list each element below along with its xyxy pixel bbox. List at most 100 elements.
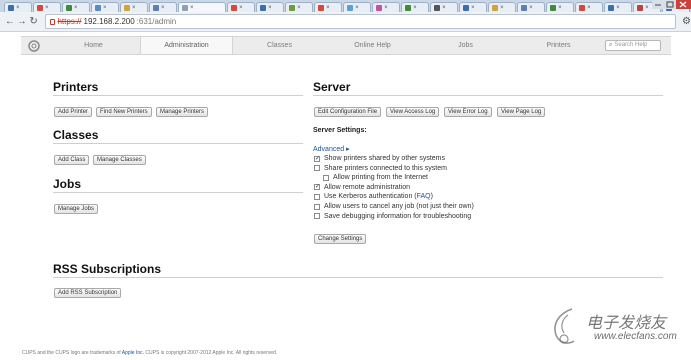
option-label: Allow users to cancel any job (not just …: [324, 203, 474, 210]
change-settings-button[interactable]: Change Settings: [314, 234, 367, 244]
tab-close-icon[interactable]: ×: [161, 5, 165, 11]
nav-tab-printers[interactable]: Printers: [512, 37, 605, 54]
browser-tab[interactable]: ×: [62, 2, 90, 12]
view-access-log-button[interactable]: View Access Log: [386, 107, 440, 117]
tab-close-icon[interactable]: ×: [616, 5, 620, 11]
browser-tab[interactable]: ×: [430, 2, 459, 12]
browser-tab[interactable]: ×: [372, 2, 401, 12]
tab-favicon-icon: [608, 4, 615, 11]
browser-tab[interactable]: ×: [517, 2, 546, 12]
nav-items: Home Administration Classes Online Help Jobs…: [47, 37, 605, 54]
tab-favicon-icon: [579, 4, 586, 11]
manage-printers-button[interactable]: Manage Printers: [156, 107, 209, 117]
search-placeholder: Search Help: [614, 42, 648, 48]
tab-close-icon[interactable]: ×: [384, 5, 388, 11]
window-controls[interactable]: [652, 0, 691, 9]
browser-tab[interactable]: ×: [343, 2, 372, 12]
tab-favicon-icon: [434, 4, 441, 11]
cups-logo[interactable]: [21, 37, 47, 54]
browser-tab[interactable]: ×: [604, 2, 633, 12]
wrench-menu-icon[interactable]: ⚙: [682, 16, 691, 27]
nav-tab-online-help[interactable]: Online Help: [326, 37, 419, 54]
manage-jobs-button[interactable]: Manage Jobs: [54, 204, 99, 214]
watermark-title: 电子发烧友: [586, 313, 667, 332]
browser-tab[interactable]: ×: [575, 2, 604, 12]
view-page-log-button[interactable]: View Page Log: [497, 107, 546, 117]
tab-close-icon[interactable]: ×: [442, 5, 446, 11]
tab-close-icon[interactable]: ×: [471, 5, 475, 11]
address-scheme: https://: [57, 17, 82, 26]
tab-close-icon[interactable]: ×: [297, 5, 301, 11]
checkbox-save-debugging-information-for-troubleshooting[interactable]: [314, 213, 320, 220]
checkbox-allow-remote-administration[interactable]: ✓: [314, 184, 320, 191]
add-printer-button[interactable]: Add Printer: [54, 107, 93, 117]
address-bar[interactable]: https:// 192.168.2.200 :631/admin: [45, 14, 677, 29]
server-divider: [313, 95, 663, 96]
watermark-url: www.elecfans.com: [594, 331, 677, 342]
checkbox-use-kerberos-authentication-faq[interactable]: [314, 193, 320, 200]
reload-icon[interactable]: ↻: [28, 16, 40, 28]
find-new-printers-button[interactable]: Find New Printers: [96, 107, 152, 117]
jobs-divider: [53, 192, 303, 193]
browser-tab[interactable]: ×: [4, 2, 32, 12]
nav-tab-administration[interactable]: Administration: [140, 37, 233, 54]
tab-close-icon[interactable]: ×: [190, 5, 194, 11]
nav-tab-jobs[interactable]: Jobs: [419, 37, 512, 54]
tab-close-icon[interactable]: ×: [45, 5, 49, 11]
browser-tab[interactable]: ×: [178, 2, 227, 12]
search-help-input[interactable]: ⌕ Search Help: [605, 40, 661, 51]
checkbox-show-printers-shared-by-other-systems[interactable]: ✓: [314, 155, 320, 162]
option-label: Share printers connected to this system: [324, 164, 447, 172]
tab-close-icon[interactable]: ×: [355, 5, 359, 11]
browser-tab[interactable]: ×: [33, 2, 61, 12]
tab-close-icon[interactable]: ×: [587, 5, 591, 11]
tab-close-icon[interactable]: ×: [413, 5, 417, 11]
browser-tab[interactable]: ×: [546, 2, 575, 12]
browser-tab[interactable]: ×: [227, 2, 256, 12]
option-label-suffix: ): [430, 193, 433, 201]
tab-close-icon[interactable]: ×: [16, 5, 20, 11]
checkbox-allow-printing-from-the-internet[interactable]: [323, 174, 329, 181]
manage-classes-button[interactable]: Manage Classes: [93, 155, 146, 165]
tab-close-icon[interactable]: ×: [326, 5, 330, 11]
back-arrow-icon[interactable]: ←: [4, 16, 16, 28]
address-host: 192.168.2.200: [83, 17, 135, 26]
option-share-printers-connected-to-this-system: Share printers connected to this system: [314, 164, 447, 173]
browser-tab[interactable]: ×: [285, 2, 314, 12]
add-rss-subscription-button[interactable]: Add RSS Subscription: [54, 288, 122, 298]
tab-close-icon[interactable]: ×: [239, 5, 243, 11]
tab-close-icon[interactable]: ×: [132, 5, 136, 11]
option-label: Allow printing from the Internet: [333, 174, 428, 182]
browser-tab[interactable]: ×: [459, 2, 488, 12]
footer-text: CUPS and the CUPS logo are trademarks of…: [22, 350, 277, 356]
option-save-debugging-information-for-troubleshooting: Save debugging information for troublesh…: [314, 212, 471, 221]
tab-close-icon[interactable]: ×: [529, 5, 533, 11]
edit-configuration-file-button[interactable]: Edit Configuration File: [314, 107, 382, 117]
faq-link[interactable]: FAQ: [417, 193, 431, 200]
forward-arrow-icon[interactable]: →: [16, 16, 28, 28]
browser-tab[interactable]: ×: [314, 2, 343, 12]
tab-close-icon[interactable]: ×: [558, 5, 562, 11]
browser-tab[interactable]: ×: [120, 2, 148, 12]
add-class-button[interactable]: Add Class: [54, 155, 90, 165]
browser-tab[interactable]: ×: [149, 2, 177, 12]
browser-tab[interactable]: ×: [91, 2, 119, 12]
nav-tab-home[interactable]: Home: [47, 37, 140, 54]
tab-close-icon[interactable]: ×: [74, 5, 78, 11]
browser-tab[interactable]: ×: [488, 2, 517, 12]
tab-close-icon[interactable]: ×: [103, 5, 107, 11]
tab-favicon-icon: [260, 4, 267, 11]
option-show-printers-shared-by-other-systems: ✓ Show printers shared by other systems: [314, 154, 445, 163]
browser-tab[interactable]: ×: [401, 2, 430, 12]
nav-tab-classes[interactable]: Classes: [233, 37, 326, 54]
checkbox-allow-users-to-cancel-any-job-not-just-their-own[interactable]: [314, 203, 320, 210]
footer-apple-link[interactable]: Apple Inc.: [122, 350, 144, 356]
tab-close-icon[interactable]: ×: [268, 5, 272, 11]
checkbox-share-printers-connected-to-this-system[interactable]: [314, 165, 320, 172]
browser-tab[interactable]: ×: [256, 2, 285, 12]
advanced-settings-link[interactable]: Advanced ▸: [313, 145, 350, 153]
tab-close-icon[interactable]: ×: [500, 5, 504, 11]
view-error-log-button[interactable]: View Error Log: [444, 107, 492, 117]
tab-close-icon[interactable]: ×: [645, 5, 649, 11]
tab-favicon-icon: [405, 4, 412, 11]
